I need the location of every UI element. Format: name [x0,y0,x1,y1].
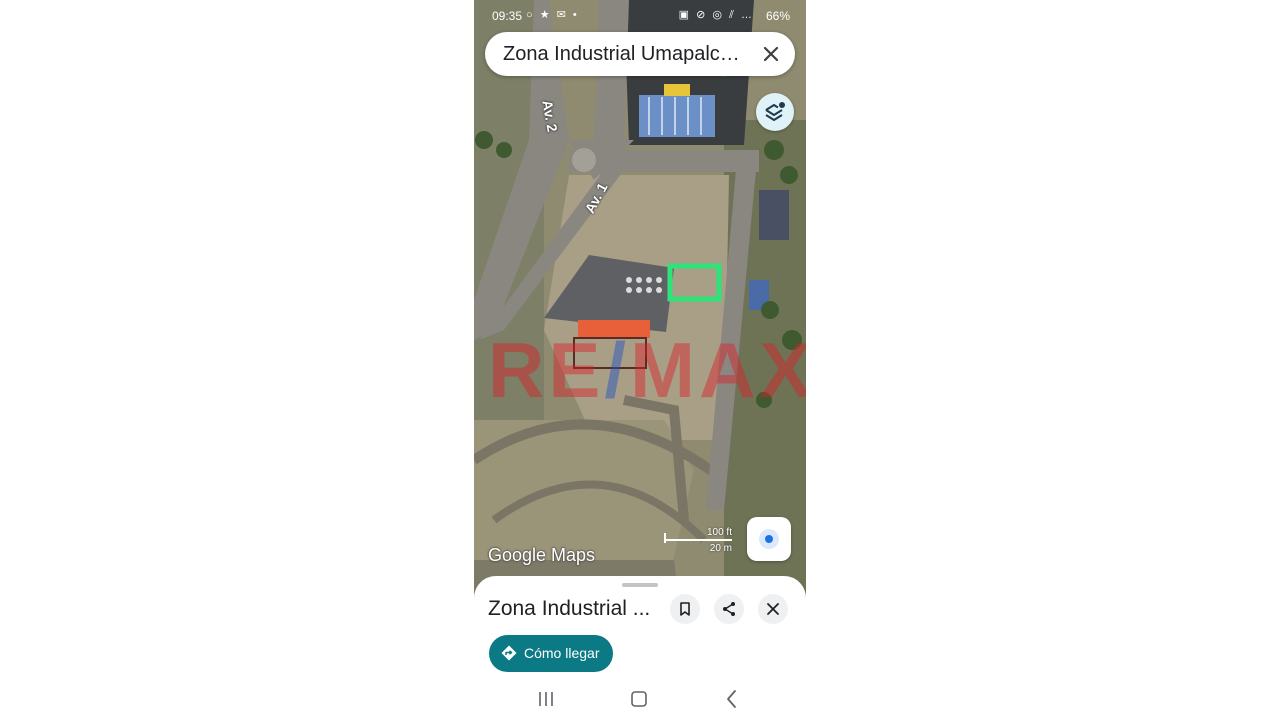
status-bar: 09:35 ○ ★ ✉ • ▣ ⊘ ◎ ⫽ … 66% [474,0,806,32]
watermark-text-left: RE [488,326,605,414]
system-navigation-bar [474,680,806,720]
scale-meters: 20 m [709,543,732,554]
directions-button[interactable]: Cómo llegar [489,635,613,672]
scale-line [664,539,732,541]
battery-level: 66% [765,9,790,23]
watermark-text-mid: / [604,326,631,414]
save-button[interactable] [670,594,700,624]
place-title: Zona Industrial ... [488,597,651,620]
system-status-icons: ▣ ⊘ ◎ ⫽ … [678,9,754,21]
google-maps-attribution: Google Maps [488,545,596,565]
search-query[interactable]: Zona Industrial Umapalca, A... [503,43,749,66]
drag-handle[interactable] [622,583,658,587]
close-sheet-button[interactable] [758,594,788,624]
close-icon[interactable] [759,42,783,66]
phone-screen: 09:35 ○ ★ ✉ • ▣ ⊘ ◎ ⫽ … 66% Zona Industr… [474,0,806,720]
watermark-text-right: MAX [630,326,806,414]
share-button[interactable] [714,594,744,624]
directions-label: Cómo llegar [524,645,600,661]
my-location-icon [759,529,779,549]
map-imagery [474,0,806,600]
search-bar[interactable]: Zona Industrial Umapalca, A... [485,32,795,76]
status-time: 09:35 [492,9,523,23]
my-location-button[interactable] [747,517,791,561]
home-icon[interactable] [627,688,651,710]
back-icon[interactable] [720,688,744,710]
map-scale: 100 ft 20 m [664,525,736,557]
scale-feet: 100 ft [706,527,732,538]
layers-button[interactable] [756,93,794,131]
recent-apps-icon[interactable] [534,688,558,710]
scale-tick [664,533,666,543]
remax-watermark: RE/MAX [488,325,806,416]
notification-icons: ○ ★ ✉ • [526,9,579,21]
satellite-map[interactable]: 09:35 ○ ★ ✉ • ▣ ⊘ ◎ ⫽ … 66% Zona Industr… [474,0,806,600]
